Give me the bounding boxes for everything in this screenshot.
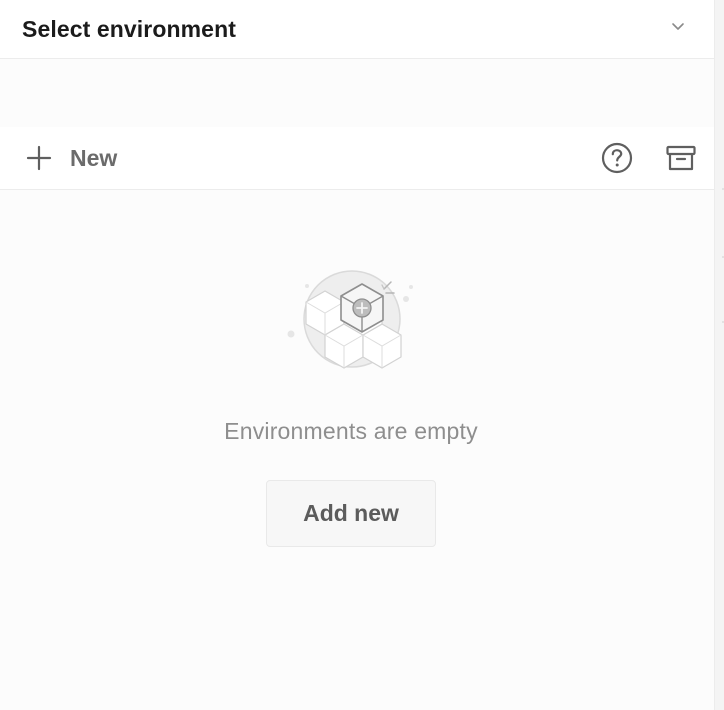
environments-toolbar: New [0,127,714,190]
new-environment-button[interactable]: New [18,137,125,179]
adjacent-panel-edge [714,0,724,710]
new-button-label: New [70,144,118,171]
add-new-button[interactable]: Add new [266,480,436,547]
empty-cubes-illustration [280,262,420,374]
environment-selector-title: Select environment [22,15,236,42]
plus-icon [26,145,52,171]
help-circle-icon[interactable] [600,141,634,175]
chevron-down-icon[interactable] [670,18,686,34]
environments-panel: Select environment New Environments are … [0,0,714,710]
empty-state-message: Environments are empty [224,418,478,444]
archive-icon[interactable] [664,141,698,175]
environment-selector[interactable]: Select environment [0,0,714,59]
